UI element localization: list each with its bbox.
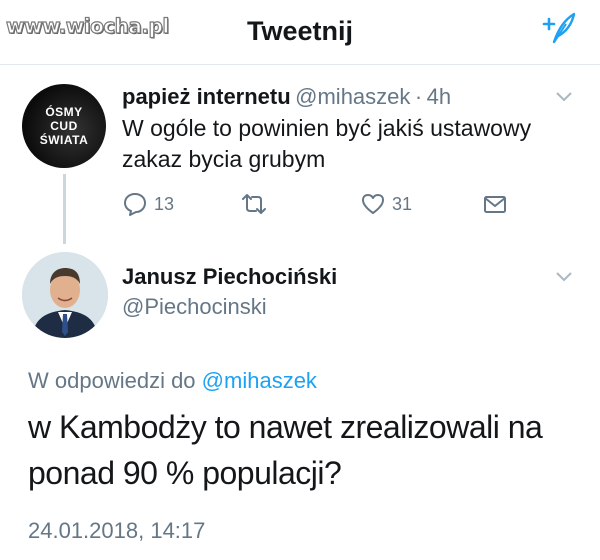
envelope-icon [484,196,506,213]
reply-prefix: W odpowiedzi do [28,368,196,393]
header-divider [0,64,600,65]
reply-count: 13 [154,193,175,214]
thread-connector-line [63,174,66,244]
author-name[interactable]: Janusz Piechociński [122,264,337,290]
author-handle[interactable]: @Piechocinski [122,294,267,320]
tweet-header: papież internetu @mihaszek · 4h [122,84,451,110]
reply-icon [124,193,146,216]
avatar[interactable] [22,252,108,338]
heart-icon [362,194,384,214]
direct-message-button[interactable] [482,190,508,218]
avatar[interactable]: ÓSMY CUD ŚWIATA [22,84,106,168]
person-photo-icon [22,252,108,338]
avatar-text-line: ŚWIATA [39,133,89,147]
chevron-down-icon[interactable] [554,90,574,104]
page-title: Tweetnij [246,16,353,46]
meta-separator: · [414,84,423,109]
tweet-text: W ogóle to powinien być jakiś ustawowy z… [122,115,532,172]
tweet-timestamp[interactable]: 24.01.2018, 14:17 [28,518,205,544]
reply-handle-link[interactable]: @mihaszek [202,368,317,393]
compose-tweet-icon[interactable] [540,10,578,46]
author-handle[interactable]: @mihaszek [295,84,410,109]
tweet-text: w Kambodży to nawet zrealizowali na pona… [28,409,543,491]
retweet-icon [242,194,266,214]
avatar-text-line: ÓSMY [45,105,83,119]
like-button[interactable]: 31 [360,190,412,218]
avatar-text-line: CUD [50,119,78,133]
reply-button[interactable]: 13 [122,190,174,218]
tweet-time[interactable]: 4h [427,84,451,109]
chevron-down-icon[interactable] [554,270,574,284]
author-name[interactable]: papież internetu [122,84,291,109]
tweet-actions: 13 31 [122,190,522,220]
retweet-button[interactable] [240,190,268,218]
like-count: 31 [392,193,413,214]
reply-context: W odpowiedzi do @mihaszek [28,368,317,394]
